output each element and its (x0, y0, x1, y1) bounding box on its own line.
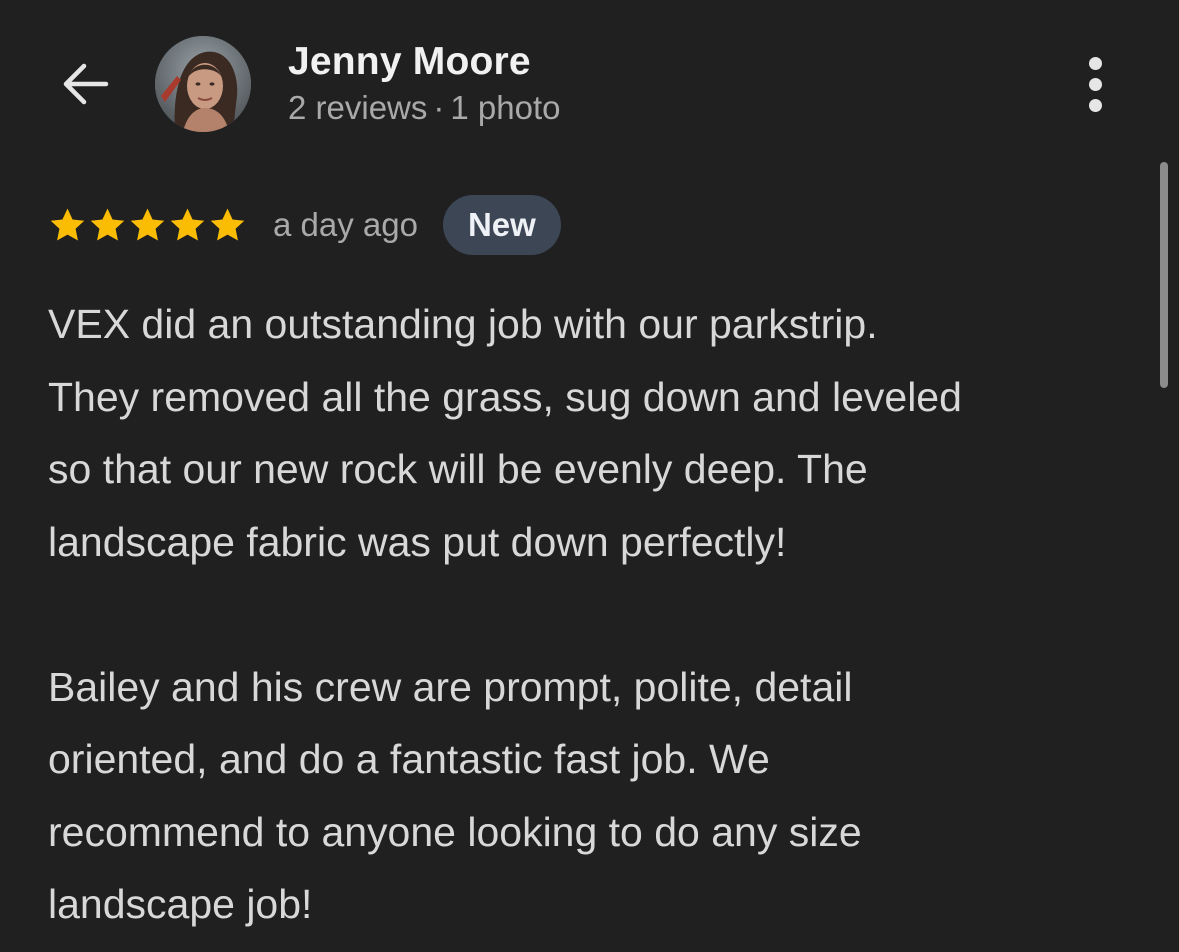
review-line: Bailey and his crew are prompt, polite, … (48, 663, 853, 710)
star-icon (50, 208, 85, 241)
star-icon (170, 208, 205, 241)
back-button[interactable] (50, 52, 118, 116)
avatar-photo (155, 36, 251, 132)
review-paragraph-1: VEX did an outstanding job with our park… (48, 288, 1138, 578)
review-line: landscape job! (48, 881, 313, 927)
rating-row: a day ago New (48, 195, 561, 255)
review-line: recommend to anyone looking to do any si… (48, 808, 862, 855)
review-paragraph-2: Bailey and his crew are prompt, polite, … (48, 651, 1138, 941)
more-vertical-icon (1088, 56, 1102, 70)
star-icon (130, 208, 165, 241)
photos-count: 1 photo (450, 89, 561, 126)
reviewer-name[interactable]: Jenny Moore (288, 40, 531, 84)
review-line: so that our new rock will be evenly deep… (48, 446, 868, 492)
review-line: VEX did an outstanding job with our park… (48, 301, 878, 347)
reviewer-avatar[interactable] (155, 36, 251, 132)
more-vertical-icon-dot (1088, 98, 1102, 112)
reviews-count: 2 reviews (288, 89, 428, 126)
reviewer-stats: 2 reviews · 1 photo (288, 89, 561, 127)
meta-separator: · (433, 89, 445, 126)
review-screen: Jenny Moore 2 reviews · 1 photo a day ago … (0, 0, 1179, 952)
review-text: VEX did an outstanding job with our park… (48, 288, 1138, 941)
more-vertical-icon-dot (1088, 77, 1102, 91)
arrow-left-icon (63, 63, 109, 105)
review-line: landscape fabric was put down perfectly! (48, 518, 787, 565)
star-icon (210, 208, 245, 241)
new-badge: New (442, 195, 561, 255)
star-icon (90, 208, 125, 241)
scrollbar-thumb[interactable] (1160, 162, 1168, 388)
more-options-button[interactable] (1070, 54, 1120, 114)
review-line: They removed all the grass, sug down and… (48, 373, 962, 420)
star-rating (48, 206, 247, 244)
review-age: a day ago (273, 206, 418, 243)
review-line: oriented, and do a fantastic fast job. W… (48, 736, 770, 782)
reviewer-header: Jenny Moore 2 reviews · 1 photo (0, 0, 1179, 160)
